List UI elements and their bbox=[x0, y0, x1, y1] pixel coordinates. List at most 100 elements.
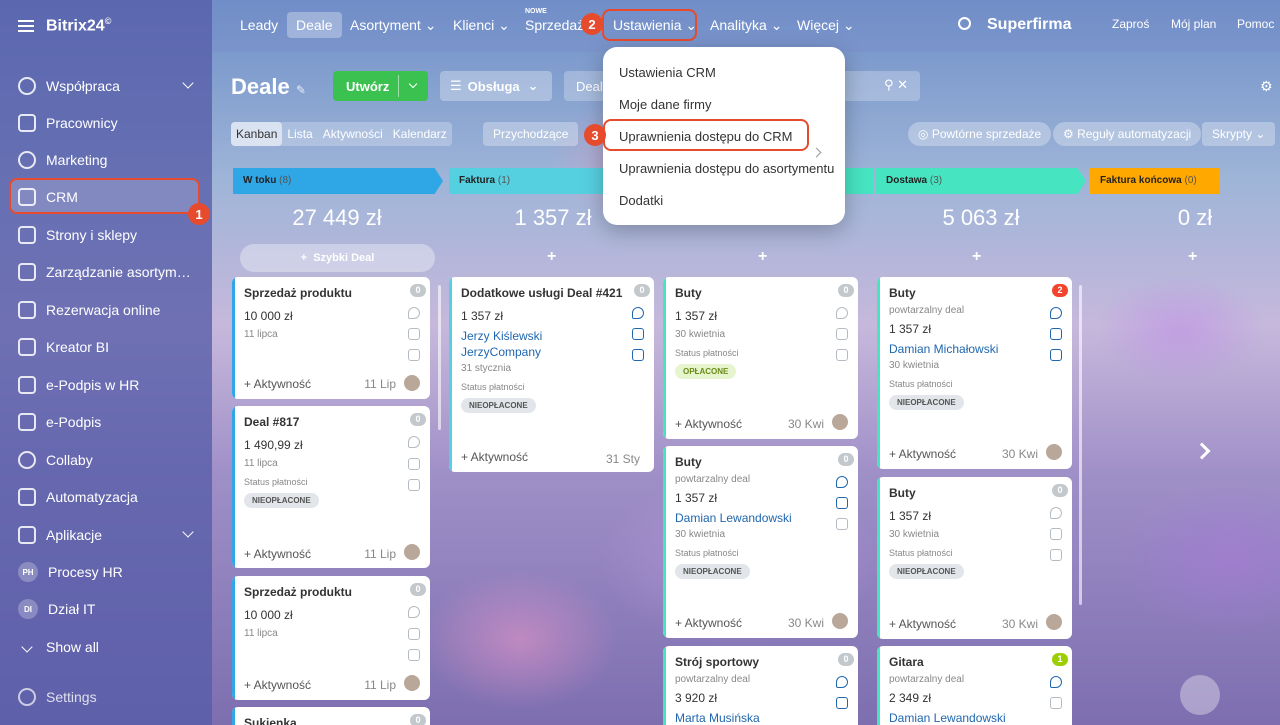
phone-icon[interactable] bbox=[1050, 507, 1062, 519]
add-activity-link[interactable]: + Aktywność bbox=[889, 447, 956, 461]
sidebar-item-hr-processes[interactable]: PH Procesy HR bbox=[18, 560, 198, 584]
help-link[interactable]: Pomoc bbox=[1237, 17, 1274, 31]
incoming-button[interactable]: Przychodzące bbox=[483, 122, 579, 146]
sidebar-item-pracownicy[interactable]: Pracownicy bbox=[18, 111, 198, 135]
mail-icon[interactable] bbox=[836, 697, 848, 709]
deal-card[interactable]: Sukienka 0 bbox=[232, 707, 430, 725]
chat-icon[interactable] bbox=[632, 349, 644, 361]
deal-card[interactable]: Sprzedaż produktu 0 10 000 zł 11 lipca + … bbox=[232, 576, 430, 700]
column-header-hidden[interactable] bbox=[845, 168, 873, 194]
mail-icon[interactable] bbox=[632, 328, 644, 340]
add-activity-link[interactable]: + Aktywność bbox=[244, 678, 311, 692]
chat-icon[interactable] bbox=[836, 349, 848, 361]
contact-link[interactable]: Damian Lewandowski bbox=[675, 511, 846, 525]
sidebar-item-esign-hr[interactable]: e-Podpis w HR bbox=[18, 373, 198, 397]
nav-asortyment[interactable]: Asortyment ⌄ bbox=[350, 17, 436, 34]
sidebar-item-automation[interactable]: Automatyzacja bbox=[18, 485, 198, 509]
invite-link[interactable]: Zaproś bbox=[1112, 17, 1149, 31]
mail-icon[interactable] bbox=[836, 497, 848, 509]
nav-leady[interactable]: Leady bbox=[240, 17, 278, 33]
chat-icon[interactable] bbox=[408, 649, 420, 661]
nav-analityka[interactable]: Analityka ⌄ bbox=[710, 17, 782, 34]
contact-link[interactable]: Damian Michałowski bbox=[889, 342, 1060, 356]
column-scrollbar[interactable] bbox=[1079, 285, 1082, 605]
contact-link[interactable]: Jerzy Kiślewski bbox=[461, 329, 642, 343]
deal-card[interactable]: Buty 0 powtarzalny deal 1 357 zł Damian L… bbox=[663, 446, 858, 638]
pin-icon[interactable]: ✎ bbox=[296, 83, 306, 97]
deal-card[interactable]: Buty 2 powtarzalny deal 1 357 zł Damian M… bbox=[877, 277, 1072, 469]
contact-link[interactable]: Damian Lewandowski bbox=[889, 711, 1060, 725]
menu-item-addons[interactable]: Dodatki bbox=[619, 193, 663, 208]
sidebar-item-booking[interactable]: Rezerwacja online bbox=[18, 298, 198, 322]
tab-lista[interactable]: Lista bbox=[282, 122, 317, 146]
avatar[interactable] bbox=[404, 375, 420, 391]
column-header-dostawa[interactable]: Dostawa (3) bbox=[876, 168, 1086, 194]
add-activity-link[interactable]: + Aktywność bbox=[889, 617, 956, 631]
nav-klienci[interactable]: Klienci ⌄ bbox=[453, 17, 510, 34]
contact-link[interactable]: Marta Musińska bbox=[675, 711, 846, 725]
deal-title[interactable]: Sprzedaż produktu bbox=[244, 286, 418, 300]
add-deal-button[interactable]: + bbox=[758, 248, 767, 266]
tab-kalendarz[interactable]: Kalendarz bbox=[388, 122, 452, 146]
avatar[interactable] bbox=[832, 414, 848, 430]
my-plan-link[interactable]: Mój plan bbox=[1171, 17, 1216, 31]
phone-icon[interactable] bbox=[1050, 307, 1062, 319]
chat-icon[interactable] bbox=[408, 349, 420, 361]
deal-title[interactable]: Gitara bbox=[889, 655, 1060, 669]
sidebar-item-apps[interactable]: Aplikacje bbox=[18, 523, 198, 547]
search-clear-icons[interactable]: ⚲ ✕ bbox=[884, 77, 908, 93]
deal-card[interactable]: Deal #817 0 1 490,99 zł 11 lipca Status p… bbox=[232, 406, 430, 568]
create-button[interactable]: Utwórz bbox=[333, 71, 428, 101]
menu-item-company-data[interactable]: Moje dane firmy bbox=[619, 97, 711, 112]
quick-deal-button[interactable]: + Szybki Deal bbox=[240, 244, 435, 272]
sidebar-show-all[interactable]: Show all bbox=[18, 635, 198, 659]
chat-icon[interactable] bbox=[408, 479, 420, 491]
chat-icon[interactable] bbox=[1050, 349, 1062, 361]
sidebar-item-sites[interactable]: Strony i sklepy bbox=[18, 223, 198, 247]
deal-title[interactable]: Sprzedaż produktu bbox=[244, 585, 418, 599]
repeat-sales-button[interactable]: ◎ Powtórne sprzedaże bbox=[908, 122, 1052, 146]
mail-icon[interactable] bbox=[1050, 697, 1062, 709]
column-header-w-toku[interactable]: W toku (8) bbox=[233, 168, 443, 194]
deal-card[interactable]: Buty 0 1 357 zł 30 kwietnia Status płatno… bbox=[877, 477, 1072, 639]
deal-card[interactable]: Dodatkowe usługi Deal #421 0 1 357 zł Jer… bbox=[449, 277, 654, 472]
nav-wiecej[interactable]: Więcej ⌄ bbox=[797, 17, 855, 34]
sidebar-item-collaby[interactable]: Collaby bbox=[18, 448, 198, 472]
nav-ustawienia[interactable]: Ustawienia ⌄ bbox=[613, 17, 697, 34]
nav-deale[interactable]: Deale bbox=[287, 12, 342, 38]
scripts-button[interactable]: Skrypty ⌄ bbox=[1202, 122, 1276, 146]
add-activity-link[interactable]: + Aktywność bbox=[461, 450, 528, 464]
nav-sprzedaz[interactable]: Sprzedaż bbox=[525, 17, 584, 33]
deal-title[interactable]: Buty bbox=[889, 286, 1060, 300]
add-activity-link[interactable]: + Aktywność bbox=[244, 377, 311, 391]
company-name[interactable]: Superfirma bbox=[987, 16, 1071, 34]
avatar[interactable] bbox=[1046, 444, 1062, 460]
phone-icon[interactable] bbox=[408, 606, 420, 618]
sidebar-item-esign[interactable]: e-Podpis bbox=[18, 410, 198, 434]
avatar[interactable] bbox=[404, 675, 420, 691]
mail-icon[interactable] bbox=[408, 458, 420, 470]
deal-card[interactable]: Sprzedaż produktu 0 10 000 zł 11 lipca + … bbox=[232, 277, 430, 399]
chat-icon[interactable] bbox=[1050, 549, 1062, 561]
phone-icon[interactable] bbox=[836, 476, 848, 488]
deal-title[interactable]: Buty bbox=[675, 455, 846, 469]
deal-title[interactable]: Buty bbox=[675, 286, 846, 300]
phone-icon[interactable] bbox=[408, 307, 420, 319]
avatar[interactable] bbox=[1046, 614, 1062, 630]
deal-title[interactable]: Strój sportowy bbox=[675, 655, 846, 669]
tab-aktywnosci[interactable]: Aktywności bbox=[318, 122, 388, 146]
add-activity-link[interactable]: + Aktywność bbox=[244, 547, 311, 561]
phone-icon[interactable] bbox=[408, 436, 420, 448]
mail-icon[interactable] bbox=[408, 328, 420, 340]
phone-icon[interactable] bbox=[1050, 676, 1062, 688]
mail-icon[interactable] bbox=[836, 328, 848, 340]
menu-icon[interactable] bbox=[18, 20, 34, 32]
deal-card[interactable]: Gitara 1 powtarzalny deal 2 349 zł Damian… bbox=[877, 646, 1072, 725]
mail-icon[interactable] bbox=[1050, 328, 1062, 340]
sidebar-item-wspolpraca[interactable]: Współpraca bbox=[18, 74, 198, 98]
phone-icon[interactable] bbox=[836, 307, 848, 319]
sidebar-settings[interactable]: Settings bbox=[18, 685, 198, 709]
avatar[interactable] bbox=[832, 613, 848, 629]
add-deal-button[interactable]: + bbox=[972, 248, 981, 266]
sidebar-item-marketing[interactable]: Marketing bbox=[18, 148, 198, 172]
